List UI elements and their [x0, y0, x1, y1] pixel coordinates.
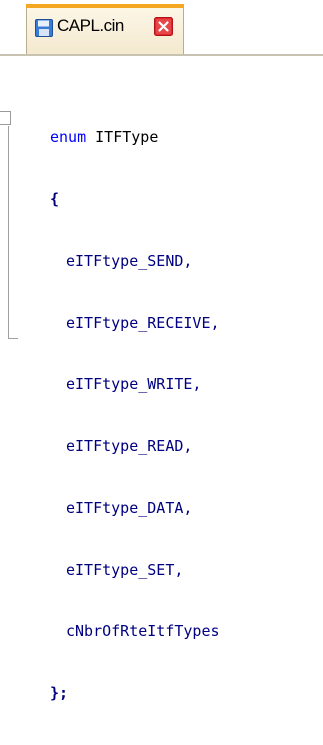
code-line: eITFtype_WRITE,	[50, 374, 220, 395]
enum-member: eITFtype_SEND,	[66, 251, 193, 270]
code-line: eITFtype_SET,	[50, 560, 220, 581]
code-line: eITFtype_SEND,	[50, 251, 220, 272]
tab-bar: CAPL.cin	[0, 0, 323, 56]
code-line: enum ITFType	[50, 127, 220, 148]
tab-title: CAPL.cin	[57, 16, 124, 35]
enum-member: eITFtype_RECEIVE,	[66, 313, 220, 332]
fold-toggle[interactable]	[0, 111, 11, 125]
floppy-disk-icon	[35, 19, 53, 37]
code-line: eITFtype_DATA,	[50, 498, 220, 519]
code-block: enum ITFType { eITFtype_SEND, eITFtype_R…	[50, 86, 220, 745]
enum-member: eITFtype_SET,	[66, 560, 184, 579]
code-line: eITFtype_READ,	[50, 436, 220, 457]
code-editor[interactable]: enum ITFType { eITFtype_SEND, eITFtype_R…	[0, 56, 323, 702]
code-line: {	[50, 189, 220, 210]
code-line: cNbrOfRteItfTypes	[50, 621, 220, 642]
code-line: };	[50, 683, 220, 704]
file-tab[interactable]: CAPL.cin	[26, 4, 184, 54]
code-line: eITFtype_RECEIVE,	[50, 313, 220, 334]
enum-member: eITFtype_DATA,	[66, 498, 193, 517]
open-brace: {	[50, 189, 60, 208]
type-name: ITFType	[95, 128, 159, 147]
keyword-enum: enum	[50, 128, 87, 147]
enum-member: eITFtype_READ,	[66, 437, 193, 456]
close-icon[interactable]	[154, 17, 173, 36]
close-brace: };	[50, 684, 69, 703]
fold-guide-end	[8, 338, 18, 339]
enum-member: cNbrOfRteItfTypes	[66, 622, 220, 641]
enum-member: eITFtype_WRITE,	[66, 375, 202, 394]
fold-guide-line	[8, 126, 9, 338]
fold-margin	[0, 56, 26, 378]
